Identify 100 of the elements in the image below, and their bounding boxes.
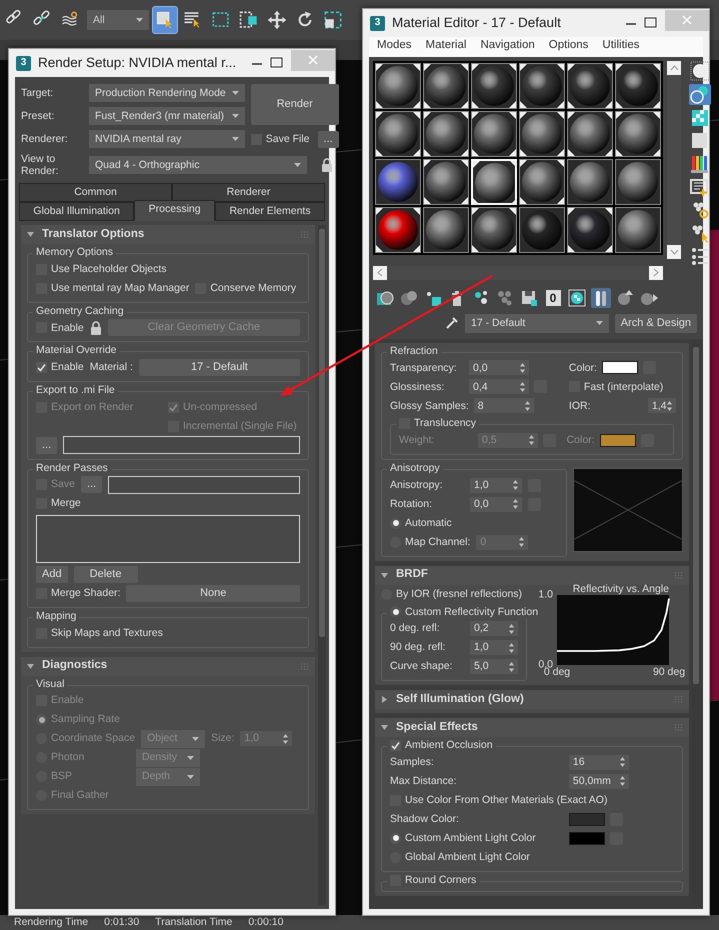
material-slot[interactable] [375,206,421,253]
material-slot[interactable] [375,62,421,109]
spinner-field[interactable]: 1,0 [470,478,522,493]
checkbox[interactable]: Skip Maps and Textures [36,626,163,640]
list-box[interactable] [36,515,300,564]
material-slot[interactable] [471,206,517,253]
dropdown[interactable]: Production Rendering Mode [89,84,245,102]
spinner-field[interactable]: 0,4 [469,379,529,394]
material-slot[interactable] [519,206,565,253]
tab[interactable]: Common [19,183,172,202]
material-slot[interactable] [423,62,469,109]
spinner-field[interactable]: 1,0 [470,640,518,656]
material-slot[interactable] [519,158,565,205]
color-swatch[interactable] [602,361,638,374]
radio-button[interactable]: Map Channel: [390,536,470,548]
button[interactable]: Delete [74,566,138,584]
button[interactable]: ... [36,436,58,454]
menu-item[interactable]: Material [426,39,466,53]
lock-icon[interactable] [90,320,102,335]
tab[interactable]: Renderer [172,183,325,202]
material-type-button[interactable]: Arch & Design [614,314,697,333]
rollout-header[interactable]: Diagnostics [21,656,315,676]
checkbox[interactable]: Merge Shader: [36,587,120,600]
checkbox[interactable]: Merge [36,497,81,510]
tab[interactable]: Processing [134,200,216,222]
spinner-field[interactable]: 0,0 [470,496,522,512]
color-swatch[interactable] [568,832,605,845]
spinner-field[interactable]: 1,4 [648,398,676,414]
maximize-icon[interactable] [644,17,658,29]
radio-button[interactable]: Custom Ambient Light Color [390,832,536,845]
checkbox[interactable]: Fast (interpolate) [568,380,664,394]
checkbox[interactable]: Round Corners [387,874,480,888]
rollout-header[interactable]: Special Effects [375,718,689,738]
menu-item[interactable]: Modes [377,39,412,53]
material-slot[interactable] [471,62,517,109]
checkbox[interactable]: Enable [36,322,84,334]
toolbar-button[interactable] [689,84,711,105]
dropdown[interactable]: Quad 4 - Orthographic [89,156,307,174]
radio-button[interactable]: Automatic [390,516,452,530]
spinner-field[interactable]: 0,0 [469,360,529,376]
text-field[interactable] [108,476,300,494]
button[interactable]: ... [80,476,102,494]
checkbox[interactable]: Save File [250,132,310,146]
rollout-header[interactable]: BRDF [375,566,689,585]
dropdown[interactable]: NVIDIA mental ray [89,130,245,148]
material-slot[interactable] [423,110,469,157]
color-swatch[interactable] [600,434,636,447]
material-slot[interactable] [567,62,613,109]
scrollbar[interactable] [667,60,681,259]
material-slot[interactable] [567,110,613,157]
radio-button[interactable]: Global Ambient Light Color [390,850,530,864]
text-field[interactable] [63,436,300,454]
material-slot[interactable] [615,158,661,205]
render-button[interactable]: Render [250,84,339,125]
checkbox[interactable]: Use Placeholder Objects [36,262,167,276]
material-slot[interactable] [519,62,565,109]
material-slot[interactable] [567,206,613,253]
material-slot[interactable] [375,158,421,205]
button[interactable]: 17 - Default [138,358,300,376]
lock-icon[interactable] [320,158,333,172]
menu-item[interactable]: Navigation [480,39,535,53]
material-slot[interactable] [519,110,565,157]
menu-item[interactable]: Utilities [602,39,640,53]
scrollbar[interactable] [318,225,326,905]
spinner-field[interactable]: 50,0mm [568,774,629,789]
eyedropper-icon[interactable] [445,316,459,330]
spinner-field[interactable]: 8 [474,398,534,414]
material-slot[interactable] [423,206,469,253]
menu-item[interactable]: Options [548,39,588,53]
spinner-field[interactable]: 0,2 [470,621,518,636]
button[interactable]: Add [36,566,68,584]
material-slot[interactable] [567,158,613,205]
checkbox[interactable]: Translucency [396,417,480,431]
rollout-header[interactable]: Translator Options [21,225,315,244]
checkbox[interactable]: Conserve Memory [195,282,296,295]
tab[interactable]: Global Illumination [19,202,134,222]
material-slot[interactable] [615,62,661,109]
scrollbar[interactable] [373,266,663,280]
material-slot[interactable] [471,110,517,157]
material-slot[interactable] [423,158,469,205]
checkbox[interactable]: Use mental ray Map Manager [36,282,190,295]
spinner-field[interactable]: 16 [568,754,629,770]
rollout-header[interactable]: Self Illumination (Glow) [375,690,689,710]
material-slot[interactable] [615,206,661,253]
selection-filter-dropdown[interactable]: All [87,10,149,30]
checkbox[interactable]: Use Color From Other Materials (Exact AO) [390,794,608,807]
material-name-dropdown[interactable]: 17 - Default [465,314,609,333]
maximize-icon[interactable] [270,57,284,69]
tab[interactable]: Render Elements [215,202,325,222]
material-slot[interactable] [375,110,421,157]
spinner-field[interactable]: 5,0 [470,659,518,674]
radio-button[interactable]: By IOR (fresnel reflections) [381,588,522,600]
color-swatch[interactable] [568,812,605,826]
toolbar-button[interactable] [689,60,711,82]
toolbar-button[interactable] [615,288,635,308]
toolbar-button[interactable] [567,288,587,308]
toolbar-button[interactable] [591,288,611,308]
browse-button[interactable]: ... [318,130,339,148]
button[interactable]: None [126,585,300,602]
checkbox[interactable]: Ambient Occlusion [387,739,496,753]
